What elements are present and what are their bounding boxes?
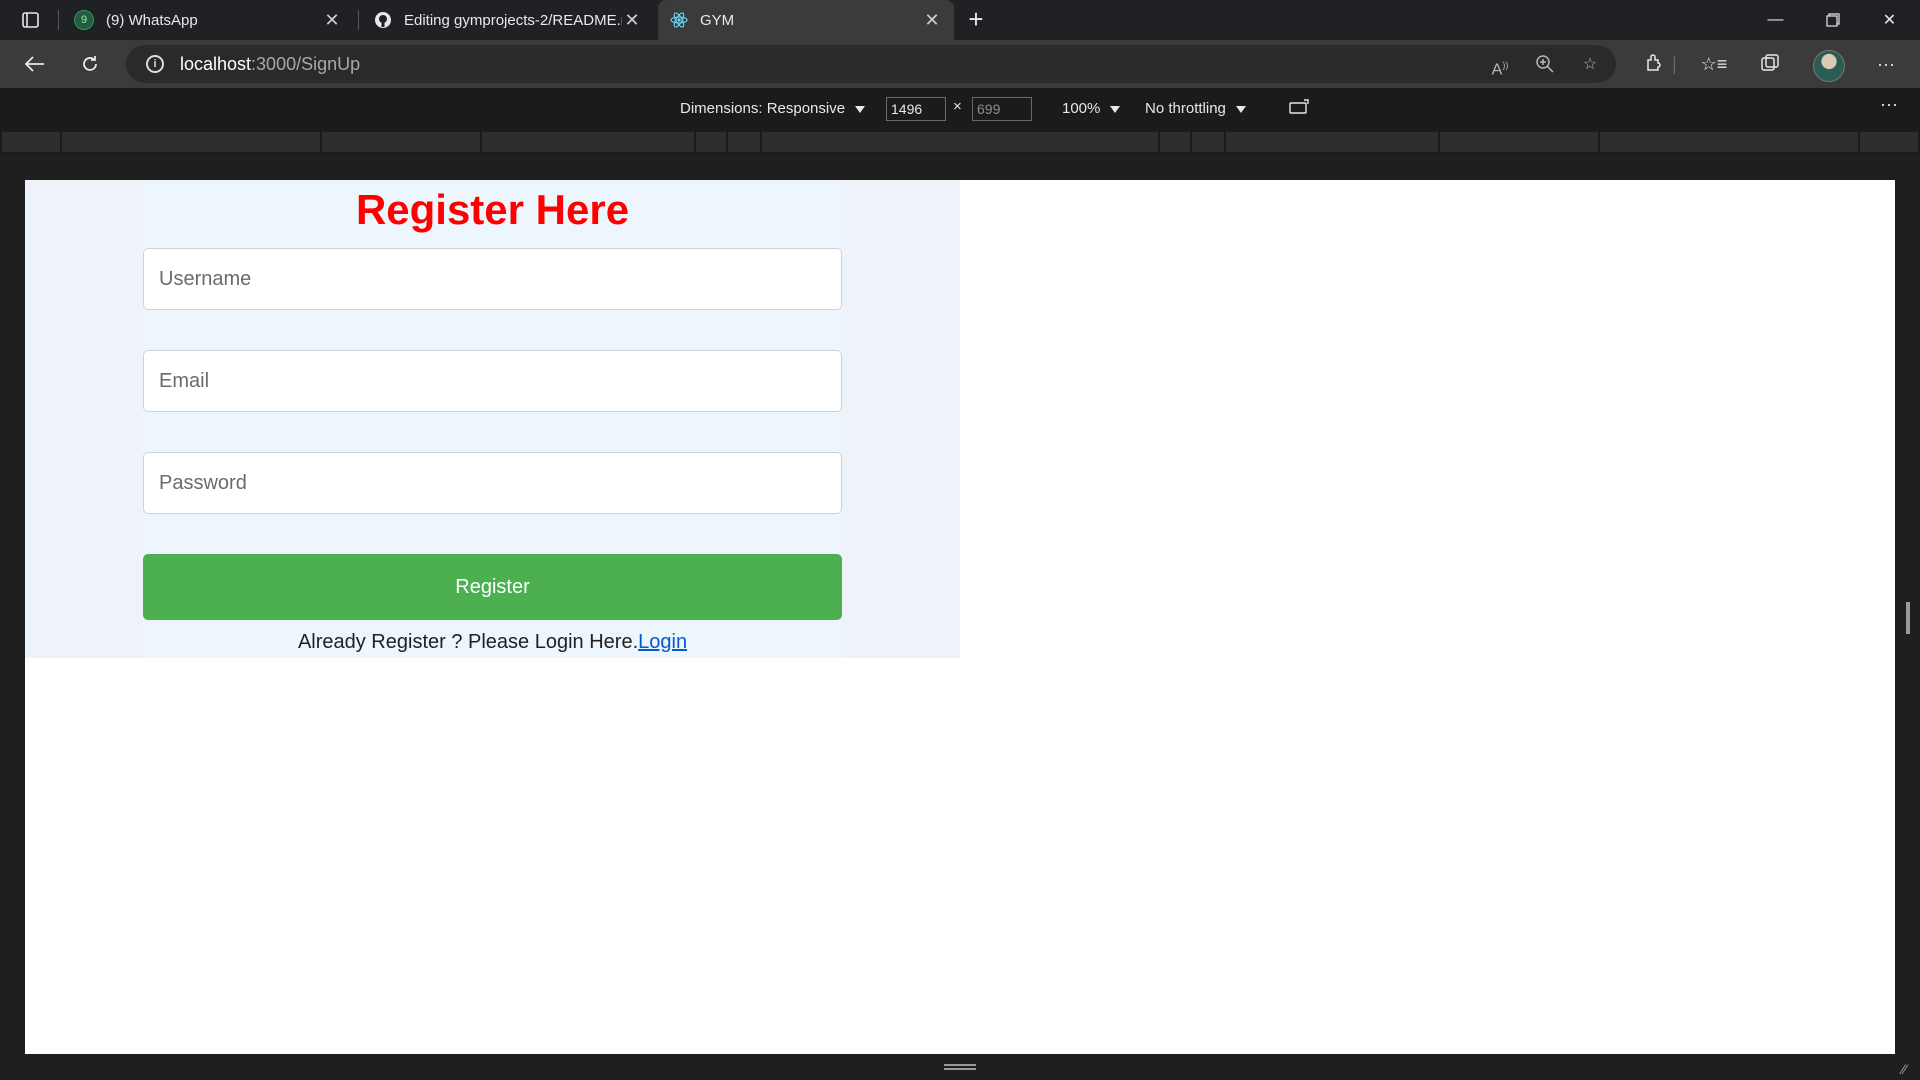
back-arrow-icon[interactable] [18, 48, 52, 80]
profile-avatar[interactable] [1813, 50, 1845, 82]
tab-gym[interactable]: GYM ✕ [658, 0, 954, 40]
url-host: localhost [180, 53, 252, 74]
site-info-icon[interactable]: i [146, 55, 164, 73]
device-toolbar: Dimensions: Responsive × 100% No throttl… [0, 88, 1920, 130]
dimensions-label: Dimensions: Responsive [680, 100, 846, 117]
tab-separator [358, 10, 359, 30]
url-path: :3000/SignUp [251, 53, 361, 74]
close-tab-icon[interactable]: ✕ [922, 10, 942, 31]
tab-title: GYM [700, 11, 735, 29]
tab-separator [58, 10, 59, 30]
signup-panel: Register Here Register Already Register … [25, 180, 960, 658]
register-button[interactable]: Register [143, 554, 842, 620]
caret-down-icon [855, 105, 866, 113]
caret-down-icon [1235, 105, 1246, 113]
tab-github-readme[interactable]: Editing gymprojects-2/README.md ✕ [362, 0, 654, 40]
whatsapp-icon: 9 [74, 10, 94, 30]
refresh-icon[interactable] [73, 48, 107, 80]
page-title: Register Here [355, 186, 630, 233]
login-prompt: Already Register ? Please Login Here.Log… [143, 631, 842, 654]
tab-title: (9) WhatsApp [106, 11, 198, 29]
media-query-bar [0, 130, 1920, 154]
favorites-icon[interactable]: ☆≡ [1700, 52, 1728, 76]
close-tab-icon[interactable]: ✕ [622, 10, 642, 31]
media-query-segment[interactable] [1226, 132, 1438, 152]
collections-icon[interactable] [1756, 52, 1784, 76]
resize-corner-icon[interactable]: ⁄⁄ [1902, 1062, 1916, 1076]
media-query-segment[interactable] [2, 132, 60, 152]
zoom-icon[interactable] [1534, 54, 1556, 76]
restore-icon[interactable] [1804, 0, 1861, 40]
media-query-segment[interactable] [1600, 132, 1858, 152]
media-query-segment[interactable] [1440, 132, 1598, 152]
minimize-icon[interactable]: — [1747, 0, 1804, 40]
add-favorite-icon[interactable]: ☆ [1579, 54, 1601, 76]
caret-down-icon [1110, 105, 1121, 113]
device-more-icon[interactable]: ··· [1880, 94, 1898, 115]
email-input[interactable] [143, 350, 842, 412]
close-tab-icon[interactable]: ✕ [322, 10, 342, 31]
close-window-icon[interactable]: ✕ [1861, 0, 1918, 40]
react-icon [670, 11, 688, 29]
login-link[interactable]: Login [638, 631, 687, 653]
media-query-segment[interactable] [62, 132, 320, 152]
media-query-segment[interactable] [482, 132, 694, 152]
address-bar[interactable]: i localhost:3000/SignUp A)) ☆ [126, 45, 1616, 83]
media-query-segment[interactable] [696, 132, 726, 152]
more-menu-icon[interactable]: ··· [1872, 52, 1900, 76]
tab-whatsapp[interactable]: 9 (9) WhatsApp ✕ [62, 0, 354, 40]
throttling-label: No throttling [1145, 100, 1226, 117]
signup-form: Register Here Register Already Register … [143, 180, 842, 658]
media-query-segment[interactable] [1160, 132, 1190, 152]
viewport-resize-handle-right[interactable] [1906, 602, 1910, 634]
whatsapp-badge: 9 [80, 14, 88, 26]
viewport-resize-handle-bottom[interactable] [944, 1064, 976, 1070]
media-query-segment[interactable] [1860, 132, 1918, 152]
extensions-icon[interactable] [1640, 52, 1668, 76]
navigation-bar: i localhost:3000/SignUp A)) ☆ | ☆≡ ··· [0, 40, 1920, 88]
media-query-segment[interactable] [728, 132, 760, 152]
page-viewport: Register Here Register Already Register … [25, 180, 1895, 1054]
width-input[interactable] [886, 97, 946, 121]
dimensions-dropdown[interactable]: Dimensions: Responsive [680, 100, 866, 117]
github-icon [374, 11, 392, 29]
login-prompt-text: Already Register ? Please Login Here. [297, 631, 639, 653]
media-query-segment[interactable] [322, 132, 480, 152]
dimension-separator: × [953, 98, 962, 115]
tab-strip: 9 (9) WhatsApp ✕ Editing gymprojects-2/R… [0, 0, 1920, 40]
viewport-bottom-bar: ⁄⁄ [0, 1054, 1920, 1080]
tab-title: Editing gymprojects-2/README.md [404, 11, 622, 29]
throttling-dropdown[interactable]: No throttling [1145, 100, 1246, 117]
new-tab-icon[interactable]: + [962, 6, 990, 34]
zoom-label: 100% [1062, 100, 1101, 117]
media-query-segment[interactable] [762, 132, 1158, 152]
zoom-dropdown[interactable]: 100% [1062, 100, 1121, 117]
username-input[interactable] [143, 248, 842, 310]
height-input[interactable] [972, 97, 1032, 121]
read-aloud-icon[interactable]: A)) [1489, 54, 1511, 78]
toolbar-divider: | [1672, 54, 1677, 74]
tab-actions-menu-icon[interactable] [14, 8, 46, 32]
media-query-segment[interactable] [1192, 132, 1224, 152]
password-input[interactable] [143, 452, 842, 514]
rotate-icon[interactable] [1287, 98, 1311, 122]
url-text[interactable]: localhost:3000/SignUp [180, 54, 360, 75]
